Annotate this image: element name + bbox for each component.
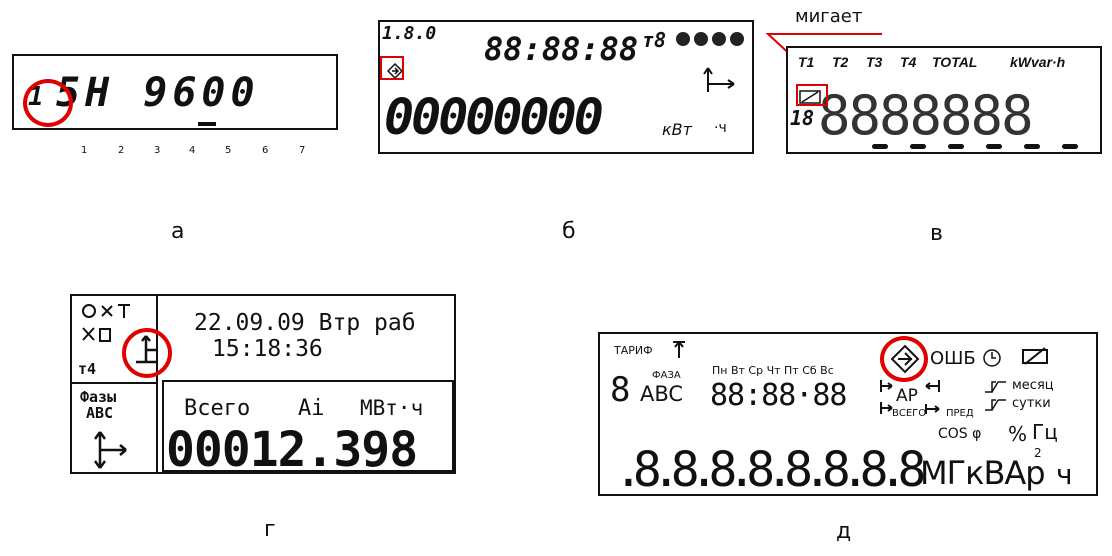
panel-g-highlight-circle bbox=[122, 328, 172, 378]
panel-a-position-5: 5 bbox=[225, 145, 232, 156]
panel-g-vertical-divider bbox=[156, 296, 158, 474]
lcd-panel-b: 1.8.0 88:88:88 т8 00000000 кВт ·ч bbox=[378, 20, 754, 154]
panel-v-header-2: T3 bbox=[866, 54, 883, 70]
panel-d-month: месяц bbox=[1012, 378, 1054, 393]
panel-b-main-digits: 00000000 bbox=[384, 88, 604, 146]
panel-a-position-7: 7 bbox=[299, 145, 306, 156]
caption-a: а bbox=[171, 219, 185, 244]
panel-d-phases: ABC bbox=[640, 382, 684, 406]
battery-icon bbox=[1022, 347, 1048, 365]
panel-a-position-6: 6 bbox=[262, 145, 269, 156]
panel-g-left-divider bbox=[72, 382, 156, 384]
clock-icon bbox=[983, 349, 1001, 367]
panel-v-bar-4 bbox=[986, 144, 1002, 149]
panel-a-display: 5H 9600 bbox=[56, 70, 260, 116]
panel-d-time: 88:88·88 bbox=[710, 378, 847, 413]
caption-v: в bbox=[930, 221, 943, 246]
day-edge-icon bbox=[985, 399, 1006, 411]
panel-a-position-1: 1 bbox=[81, 145, 88, 156]
panel-d-main-digits: .8.8.8.8.8.8.8.8 bbox=[614, 442, 926, 498]
panel-d-vsego: ВСЕГО bbox=[892, 408, 927, 419]
panel-d-highlight-circle bbox=[880, 336, 928, 382]
panel-g-datetime: 22.09.09 Втр раб bbox=[194, 310, 416, 336]
panel-v-header-5: kWvar·h bbox=[1010, 54, 1066, 70]
panel-v-highlight-box bbox=[796, 84, 828, 106]
panel-b-obis-code: 1.8.0 bbox=[382, 23, 437, 44]
panel-v-bar-1 bbox=[872, 144, 888, 149]
caption-d: д bbox=[836, 519, 852, 544]
panel-v-bar-6 bbox=[1062, 144, 1078, 149]
panel-d-ap: АР bbox=[896, 386, 918, 406]
direction-arrows-icon bbox=[703, 67, 735, 92]
panel-b-highlight-box bbox=[380, 56, 404, 80]
month-edge-icon bbox=[985, 381, 1006, 393]
panel-v-header-3: T4 bbox=[900, 54, 917, 70]
panel-b-unit-hour: ·ч bbox=[714, 120, 727, 136]
panel-d-error: ОШБ bbox=[930, 348, 976, 369]
panel-b-unit-power: кВт bbox=[662, 120, 692, 139]
panel-v-main-digits: 8888888 bbox=[818, 84, 1034, 147]
panel-v-header-4: TOTAL bbox=[932, 54, 978, 70]
panel-v-bar-2 bbox=[910, 144, 926, 149]
panel-a-highlight-circle bbox=[23, 79, 73, 127]
panel-d-hz: Гц bbox=[1032, 420, 1058, 444]
panel-g-value: 00012.398 bbox=[166, 422, 418, 478]
panel-g-total-label: Всего bbox=[184, 396, 251, 421]
panel-d-unit: МГкВАр bbox=[920, 454, 1046, 492]
panel-d-eight: 8 bbox=[610, 370, 631, 410]
panel-d-pred: ПРЕД bbox=[946, 408, 974, 419]
lcd-panel-d: ТАРИФ 8 ФАЗА ABC Пн Вт Ср Чт Пт Сб Вс 88… bbox=[598, 332, 1098, 498]
panel-d-tariff: ТАРИФ bbox=[614, 344, 653, 357]
panel-v-bar-5 bbox=[1024, 144, 1040, 149]
panel-v-bar-3 bbox=[948, 144, 964, 149]
lcd-panel-g: т4 22.09.09 Втр раб 15:18:36 Фазы ABC Вс… bbox=[70, 294, 456, 478]
panel-d-cos: COS φ bbox=[938, 426, 982, 442]
panel-d-days: Пн Вт Ср Чт Пт Сб Вс bbox=[712, 364, 834, 377]
panel-b-time: 88:88:88 bbox=[484, 30, 639, 68]
panel-g-energy-type: Ai bbox=[298, 396, 325, 421]
caption-g: г bbox=[264, 517, 276, 542]
previous-period-arrows-icon bbox=[925, 380, 940, 414]
tariff-marker-icon bbox=[673, 341, 685, 358]
panel-g-unit: МВт·ч bbox=[360, 396, 424, 420]
lcd-panel-v: T1 T2 T3 T4 TOTAL kWvar·h 18 8888888 bbox=[786, 46, 1102, 154]
panel-g-corner-label: т4 bbox=[78, 360, 97, 378]
panel-d-hour: ч bbox=[1056, 458, 1073, 491]
panel-g-time: 15:18:36 bbox=[212, 336, 323, 362]
panel-a-position-2: 2 bbox=[118, 145, 125, 156]
power-direction-icon bbox=[93, 431, 127, 469]
panel-d-day: сутки bbox=[1012, 396, 1051, 411]
panel-v-header-1: T2 bbox=[832, 54, 849, 70]
caption-b: б bbox=[562, 219, 576, 244]
phase-indicator-icons bbox=[676, 32, 744, 46]
panel-a-position-4: 4 bbox=[189, 145, 196, 156]
panel-v-header-0: T1 bbox=[798, 54, 815, 70]
panel-b-tariff: т8 bbox=[642, 28, 667, 52]
panel-d-percent: % bbox=[1008, 422, 1028, 446]
panel-d-phase-label: ФАЗА bbox=[652, 370, 681, 381]
panel-a-underline bbox=[198, 122, 216, 126]
panel-d-superscript: 2 bbox=[1034, 446, 1042, 460]
panel-g-phases: ABC bbox=[86, 404, 114, 422]
panel-v-left-digits: 18 bbox=[790, 106, 815, 130]
panel-a-position-3: 3 bbox=[154, 145, 161, 156]
